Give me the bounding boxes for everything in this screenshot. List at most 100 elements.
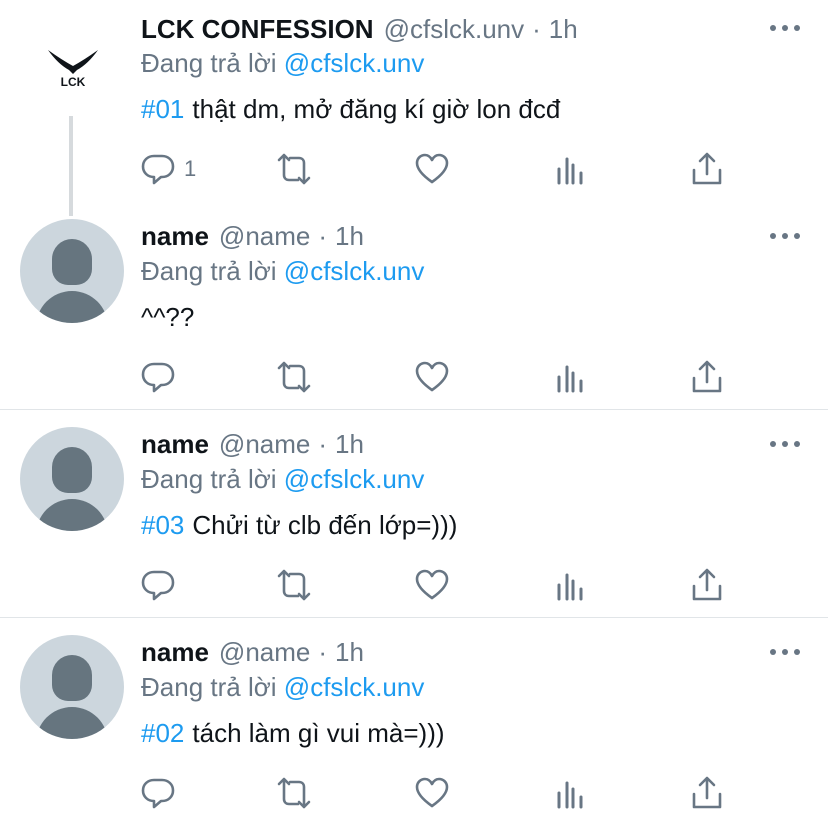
tweet-header: name @name · 1h [141, 635, 364, 669]
avatar-head-shape [52, 239, 92, 285]
tweet-text: #03 Chửi từ clb đến lớp=))) [141, 510, 457, 541]
reply-prefix: Đang trả lời [141, 672, 277, 702]
retweet-icon [277, 569, 311, 601]
share-button[interactable] [689, 567, 725, 603]
avatar-body-shape [36, 707, 108, 739]
avatar-head-shape [52, 447, 92, 493]
reply-mention-link[interactable]: @cfslck.unv [284, 48, 425, 78]
retweet-button[interactable] [276, 775, 312, 811]
author-name[interactable]: name [141, 429, 209, 460]
hashtag-link[interactable]: #02 [141, 718, 184, 748]
tweet-body: Chửi từ clb đến lớp=))) [192, 510, 458, 540]
separator-dot: · [532, 13, 541, 44]
share-button[interactable] [689, 359, 725, 395]
like-icon [415, 777, 449, 808]
hashtag-link[interactable]: #03 [141, 510, 184, 540]
share-icon [692, 360, 722, 393]
like-button[interactable] [414, 567, 450, 603]
analytics-button[interactable] [552, 775, 588, 811]
author-handle[interactable]: @cfslck.unv [384, 14, 525, 45]
avatar-body-shape [36, 499, 108, 531]
share-icon [692, 776, 722, 809]
tweet-text: #02 tách làm gì vui mà=))) [141, 718, 445, 749]
reply-button[interactable] [140, 775, 176, 811]
analytics-icon [557, 157, 583, 185]
replying-to: Đang trả lời @cfslck.unv [141, 672, 424, 703]
replying-to: Đang trả lời @cfslck.unv [141, 256, 424, 287]
avatar-body-shape [36, 291, 108, 323]
author-handle[interactable]: @name [219, 221, 310, 252]
retweet-button[interactable] [276, 359, 312, 395]
tweet-body: tách làm gì vui mà=))) [192, 718, 445, 748]
separator-dot: · [318, 220, 328, 251]
avatar[interactable] [20, 427, 124, 531]
retweet-button[interactable] [276, 567, 312, 603]
author-handle[interactable]: @name [219, 637, 310, 668]
like-button[interactable] [414, 359, 450, 395]
like-icon [415, 153, 449, 184]
reply-count: 1 [184, 156, 197, 181]
reply-prefix: Đang trả lời [141, 464, 277, 494]
more-icon[interactable] [770, 439, 800, 449]
replying-to: Đang trả lời @cfslck.unv [141, 464, 424, 495]
retweet-icon [277, 153, 311, 185]
author-name[interactable]: name [141, 637, 209, 668]
avatar-head-shape [52, 655, 92, 701]
timestamp[interactable]: 1h [335, 221, 364, 252]
share-button[interactable] [689, 775, 725, 811]
more-icon[interactable] [770, 647, 800, 657]
replying-to: Đang trả lời @cfslck.unv [141, 48, 424, 79]
author-name[interactable]: LCK CONFESSION [141, 14, 374, 45]
more-icon[interactable] [770, 23, 800, 33]
separator-dot: · [318, 428, 328, 459]
analytics-icon [557, 365, 583, 393]
divider [0, 409, 828, 410]
author-handle[interactable]: @name [219, 429, 310, 460]
reply-prefix: Đang trả lời [141, 48, 277, 78]
reply-mention-link[interactable]: @cfslck.unv [284, 256, 425, 286]
tweet-body: ^^?? [141, 302, 195, 332]
lck-logo-text: LCK [61, 75, 86, 88]
avatar[interactable] [20, 635, 124, 739]
analytics-button[interactable] [552, 567, 588, 603]
reply-icon [141, 570, 175, 601]
like-icon [415, 569, 449, 600]
like-icon [415, 361, 449, 392]
avatar[interactable] [20, 219, 124, 323]
analytics-icon [557, 573, 583, 601]
retweet-icon [277, 777, 311, 809]
tweet-header: name @name · 1h [141, 427, 364, 461]
share-icon [692, 152, 722, 185]
like-button[interactable] [414, 151, 450, 187]
reply-icon [141, 362, 175, 393]
tweet-body: thật dm, mở đăng kí giờ lon đcđ [192, 94, 561, 124]
analytics-icon [557, 781, 583, 809]
reply-button[interactable] [140, 359, 176, 395]
reply-button[interactable] [140, 567, 176, 603]
analytics-button[interactable] [552, 151, 588, 187]
share-button[interactable] [689, 151, 725, 187]
retweet-button[interactable] [276, 151, 312, 187]
tweet-header: LCK CONFESSION @cfslck.unv · 1h [141, 12, 578, 46]
thread-connector [69, 116, 73, 216]
retweet-icon [277, 361, 311, 393]
hashtag-link[interactable]: #01 [141, 94, 184, 124]
lck-logo: LCK [48, 50, 98, 88]
timestamp[interactable]: 1h [335, 429, 364, 460]
timestamp[interactable]: 1h [549, 14, 578, 45]
tweet-text: ^^?? [141, 302, 194, 333]
reply-mention-link[interactable]: @cfslck.unv [284, 464, 425, 494]
reply-button[interactable]: 1 [140, 151, 196, 187]
timestamp[interactable]: 1h [335, 637, 364, 668]
separator-dot: · [318, 636, 328, 667]
reply-prefix: Đang trả lời [141, 256, 277, 286]
reply-icon [141, 778, 175, 809]
more-icon[interactable] [770, 231, 800, 241]
like-button[interactable] [414, 775, 450, 811]
analytics-button[interactable] [552, 359, 588, 395]
reply-mention-link[interactable]: @cfslck.unv [284, 672, 425, 702]
tweet-header: name @name · 1h [141, 219, 364, 253]
reply-icon [141, 154, 175, 185]
author-name[interactable]: name [141, 221, 209, 252]
tweet-text: #01 thật dm, mở đăng kí giờ lon đcđ [141, 94, 560, 125]
